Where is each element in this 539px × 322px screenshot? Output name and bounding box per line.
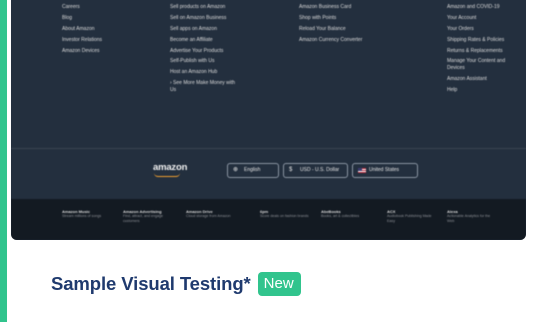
footer-column-make-money: Sell products on Amazon Sell on Amazon B… xyxy=(170,4,236,98)
footer-link[interactable]: Amazon Business Card xyxy=(299,4,362,11)
footer-link[interactable]: Sell on Amazon Business xyxy=(170,15,236,22)
footer-link[interactable]: Shipping Rates & Policies xyxy=(447,37,521,44)
footer-link[interactable]: › See More Make Money with Us xyxy=(170,80,236,93)
footer-divider xyxy=(11,148,526,149)
footer-link[interactable]: Amazon Assistant xyxy=(447,76,521,83)
language-selector[interactable]: ⊕ English xyxy=(227,163,279,178)
footer-link[interactable]: Host an Amazon Hub xyxy=(170,69,236,76)
footer-link[interactable]: Help xyxy=(447,87,521,94)
footer-link[interactable]: Sell products on Amazon xyxy=(170,4,236,11)
service-item[interactable]: Amazon Drive Cloud storage from Amazon xyxy=(186,209,236,219)
footer-link[interactable]: Become an Affiliate xyxy=(170,37,236,44)
footer-link[interactable]: Shop with Points xyxy=(299,15,362,22)
preview-screenshot: Careers Blog About Amazon Investor Relat… xyxy=(11,0,526,240)
new-badge: New xyxy=(257,272,301,296)
footer-link[interactable]: Investor Relations xyxy=(62,37,102,44)
service-desc: Score deals on fashion brands xyxy=(260,214,309,218)
service-item[interactable]: Amazon Music Stream millions of songs xyxy=(62,209,112,219)
footer-link[interactable]: Self-Publish with Us xyxy=(170,58,236,65)
footer-column-payment: Amazon Business Card Shop with Points Re… xyxy=(299,4,362,48)
country-selector[interactable]: United States xyxy=(352,163,418,178)
service-desc: Audiobook Publishing Made Easy xyxy=(387,214,432,223)
footer-column-get-to-know: Careers Blog About Amazon Investor Relat… xyxy=(62,4,102,58)
service-item[interactable]: ACX Audiobook Publishing Made Easy xyxy=(387,209,437,223)
accent-bar xyxy=(0,0,7,322)
footer-link[interactable]: About Amazon xyxy=(62,26,102,33)
dollar-icon: $ xyxy=(289,167,293,173)
footer-link-columns: Careers Blog About Amazon Investor Relat… xyxy=(11,0,526,148)
footer-link[interactable]: Advertise Your Products xyxy=(170,48,236,55)
service-item[interactable]: Alexa Actionable Analytics for the Web xyxy=(447,209,497,223)
footer-link[interactable]: Your Account xyxy=(447,15,521,22)
service-item[interactable]: AbeBooks Books, art & collectibles xyxy=(321,209,371,219)
service-desc: Find, attract, and engage customers xyxy=(123,214,163,223)
footer-link[interactable]: Amazon Devices xyxy=(62,48,102,55)
language-label: English xyxy=(244,167,261,173)
globe-icon: ⊕ xyxy=(233,167,239,173)
service-desc: Books, art & collectibles xyxy=(321,214,360,218)
footer-column-help: Amazon and COVID-19 Your Account Your Or… xyxy=(447,4,521,98)
currency-selector[interactable]: $ USD - U.S. Dollar xyxy=(283,163,348,178)
amazon-smile-icon xyxy=(154,173,180,177)
integration-card[interactable]: Careers Blog About Amazon Investor Relat… xyxy=(0,0,539,322)
currency-label: USD - U.S. Dollar xyxy=(300,167,340,173)
country-label: United States xyxy=(369,167,400,173)
services-band: Amazon Music Stream millions of songs Am… xyxy=(11,199,526,240)
service-desc: Cloud storage from Amazon xyxy=(186,214,231,218)
footer-link[interactable]: Your Orders xyxy=(447,26,521,33)
footer-link[interactable]: Amazon and COVID-19 xyxy=(447,4,521,11)
footer-link[interactable]: Reload Your Balance xyxy=(299,26,362,33)
service-item[interactable]: Amazon Advertising Find, attract, and en… xyxy=(123,209,173,223)
locale-bar: amazon ⊕ English $ USD - U.S. Dollar Uni… xyxy=(11,160,526,180)
amazon-logo[interactable]: amazon xyxy=(153,162,187,173)
service-desc: Actionable Analytics for the Web xyxy=(447,214,491,223)
footer-link[interactable]: Returns & Replacements xyxy=(447,48,521,55)
footer-link[interactable]: Amazon Currency Converter xyxy=(299,37,362,44)
service-item[interactable]: 6pm Score deals on fashion brands xyxy=(260,209,310,219)
footer-link[interactable]: Blog xyxy=(62,15,102,22)
flag-icon xyxy=(358,168,366,173)
footer-link[interactable]: Careers xyxy=(62,4,102,11)
card-title[interactable]: Sample Visual Testing* xyxy=(51,273,251,295)
service-desc: Stream millions of songs xyxy=(62,214,102,218)
footer-link[interactable]: Sell apps on Amazon xyxy=(170,26,236,33)
footer-link[interactable]: Manage Your Content and Devices xyxy=(447,58,521,71)
card-title-row: Sample Visual Testing* New xyxy=(51,270,301,298)
